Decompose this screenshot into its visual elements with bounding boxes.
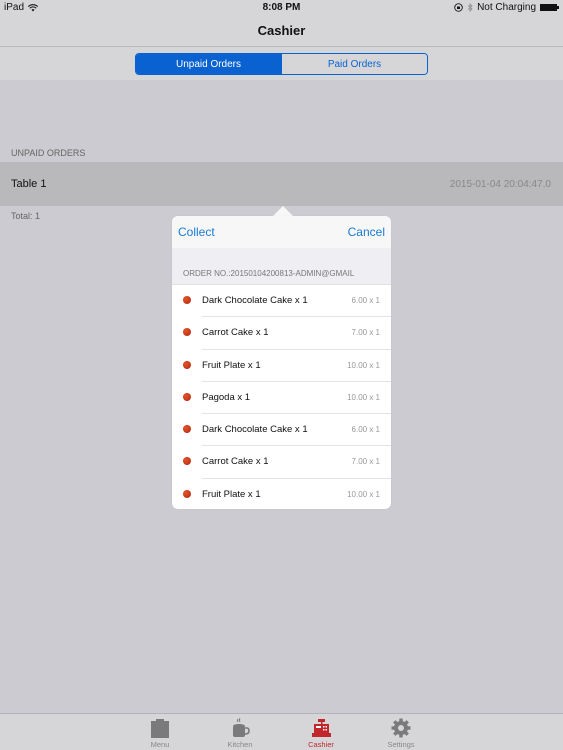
cash-register-icon xyxy=(312,719,331,737)
segment-unpaid-orders[interactable]: Unpaid Orders xyxy=(136,54,281,74)
tab-label: Cashier xyxy=(308,740,334,749)
page-title: Cashier xyxy=(257,23,306,38)
navigation-bar: Cashier xyxy=(0,15,563,47)
order-detail-popover: Collect Cancel ORDER NO.:20150104200813-… xyxy=(172,216,391,509)
bullet-icon xyxy=(183,360,191,369)
bullet-icon xyxy=(183,296,191,304)
item-price: 7.00 x 1 xyxy=(351,328,380,338)
item-name: Dark Chocolate Cake x 1 xyxy=(202,424,308,436)
item-price: 10.00 x 1 xyxy=(347,392,380,402)
order-items-list: Dark Chocolate Cake x 1 6.00 x 1 Carrot … xyxy=(172,285,391,511)
charging-status: Not Charging xyxy=(477,2,536,13)
tab-kitchen[interactable]: Kitchen xyxy=(210,714,270,750)
orders-segmented-control: Unpaid Orders Paid Orders xyxy=(135,53,428,75)
bullet-icon xyxy=(183,392,191,401)
segment-bar: Unpaid Orders Paid Orders xyxy=(0,47,563,80)
item-name: Fruit Plate x 1 xyxy=(202,359,261,371)
segment-paid-orders[interactable]: Paid Orders xyxy=(281,54,427,74)
gear-icon xyxy=(391,718,411,738)
bullet-icon xyxy=(183,489,191,498)
popover-toolbar: Collect Cancel xyxy=(172,216,391,248)
order-item[interactable]: Fruit Plate x 1 10.00 x 1 xyxy=(172,479,391,511)
order-item[interactable]: Carrot Cake x 1 7.00 x 1 xyxy=(172,446,391,480)
tab-menu[interactable]: Menu xyxy=(130,714,190,750)
menu-icon xyxy=(151,719,169,738)
item-name: Fruit Plate x 1 xyxy=(202,488,261,500)
bullet-icon xyxy=(183,328,191,337)
cancel-button[interactable]: Cancel xyxy=(348,225,385,239)
section-header: UNPAID ORDERS xyxy=(11,148,86,158)
tab-cashier[interactable]: Cashier xyxy=(291,714,351,750)
order-item[interactable]: Dark Chocolate Cake x 1 6.00 x 1 xyxy=(172,285,391,318)
order-row[interactable]: Table 1 2015-01-04 20:04:47.0 xyxy=(0,162,563,206)
tab-bar: Menu Kitchen Cashier Settings xyxy=(0,713,563,750)
orientation-lock-icon xyxy=(454,3,463,12)
item-price: 6.00 x 1 xyxy=(351,296,380,305)
tab-label: Settings xyxy=(387,740,415,749)
order-item[interactable]: Fruit Plate x 1 10.00 x 1 xyxy=(172,350,391,383)
item-name: Dark Chocolate Cake x 1 xyxy=(202,295,308,306)
tab-label: Kitchen xyxy=(227,740,253,749)
item-price: 7.00 x 1 xyxy=(351,457,380,467)
collect-button[interactable]: Collect xyxy=(178,225,215,239)
bullet-icon xyxy=(183,425,191,434)
popover-arrow xyxy=(273,206,293,216)
order-item[interactable]: Dark Chocolate Cake x 1 6.00 x 1 xyxy=(172,414,391,447)
coffee-cup-icon xyxy=(233,718,250,737)
item-name: Carrot Cake x 1 xyxy=(202,456,269,468)
battery-icon xyxy=(540,4,559,11)
order-item[interactable]: Pagoda x 1 10.00 x 1 xyxy=(172,382,391,415)
order-item[interactable]: Carrot Cake x 1 7.00 x 1 xyxy=(172,317,391,350)
item-price: 10.00 x 1 xyxy=(347,489,380,499)
bluetooth-icon xyxy=(467,3,473,12)
order-name: Table 1 xyxy=(11,178,47,190)
item-name: Pagoda x 1 xyxy=(202,391,251,403)
tab-settings[interactable]: Settings xyxy=(371,714,431,750)
order-timestamp: 2015-01-04 20:04:47.0 xyxy=(449,179,551,190)
item-price: 10.00 x 1 xyxy=(347,360,380,370)
orders-total: Total: 1 xyxy=(11,211,41,221)
item-price: 6.00 x 1 xyxy=(351,425,380,435)
item-name: Carrot Cake x 1 xyxy=(202,327,269,339)
bullet-icon xyxy=(183,457,191,466)
status-bar: iPad 8:08 PM Not Charging xyxy=(0,0,563,15)
tab-label: Menu xyxy=(150,740,170,749)
order-number: ORDER NO.:20150104200813-ADMIN@GMAIL xyxy=(183,269,355,278)
order-number-header: ORDER NO.:20150104200813-ADMIN@GMAIL xyxy=(172,248,391,285)
